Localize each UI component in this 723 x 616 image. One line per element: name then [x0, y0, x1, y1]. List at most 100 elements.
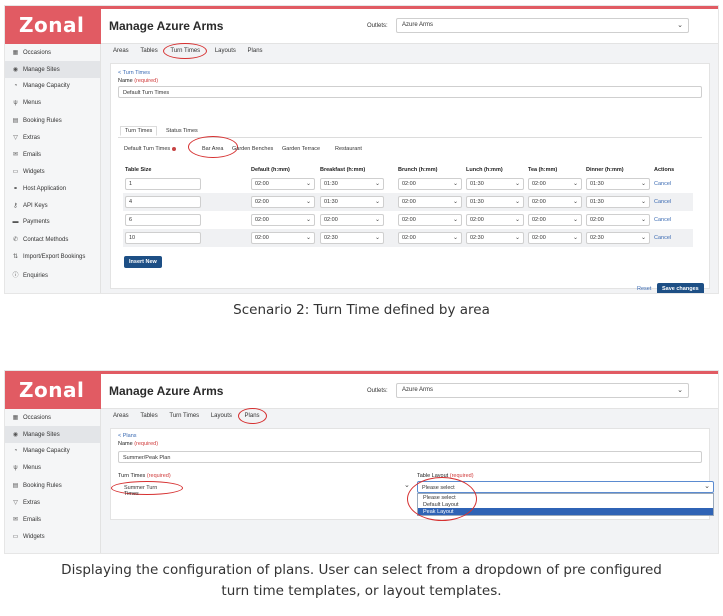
- outlets-select[interactable]: Azure Arms ⌄: [396, 383, 689, 398]
- cancel-link[interactable]: Cancel: [654, 217, 671, 223]
- tab-layouts[interactable]: Layouts: [215, 48, 236, 54]
- section-tabs: Areas Tables Turn Times Layouts Plans: [113, 43, 273, 59]
- subtab-status-times[interactable]: Status Times: [166, 128, 198, 134]
- chevron-down-icon: ⌄: [374, 199, 380, 205]
- time-select[interactable]: 01:30 ⌄: [586, 196, 650, 208]
- zonal-logo: Zonal: [5, 6, 101, 44]
- annotation-circle: [407, 477, 477, 521]
- time-select[interactable]: 02:00 ⌄: [398, 178, 462, 190]
- sidebar-item-emails[interactable]: ✉ Emails: [5, 511, 100, 528]
- cutlery-icon: ψ: [13, 100, 18, 106]
- sidebar-item-widgets[interactable]: ▭ Widgets: [5, 528, 100, 545]
- time-select[interactable]: 02:00 ⌄: [586, 214, 650, 226]
- time-select[interactable]: 02:00 ⌄: [251, 232, 315, 244]
- sidebar-item-menus[interactable]: ψ Menus: [5, 95, 100, 112]
- time-select[interactable]: 01:30 ⌄: [466, 196, 524, 208]
- sidebar-item-menus[interactable]: ψ Menus: [5, 460, 100, 477]
- tab-plans[interactable]: Plans: [248, 48, 263, 54]
- time-select[interactable]: 02:00 ⌄: [251, 214, 315, 226]
- time-select[interactable]: 01:30 ⌄: [320, 178, 384, 190]
- time-select[interactable]: 02:00 ⌄: [398, 214, 462, 226]
- table-size-input[interactable]: 1: [125, 178, 201, 190]
- back-to-turn-times-link[interactable]: < Turn Times: [118, 70, 150, 76]
- sidebar-item-booking-rules[interactable]: ▤ Booking Rules: [5, 477, 100, 494]
- tab-layouts[interactable]: Layouts: [211, 413, 232, 419]
- name-input[interactable]: Summer/Peak Plan: [118, 451, 702, 463]
- time-select[interactable]: 02:00 ⌄: [320, 214, 384, 226]
- tab-tables[interactable]: Tables: [140, 48, 157, 54]
- sidebar-item-occasions[interactable]: ▦ Occasions: [5, 409, 100, 426]
- area-tab-bar-area[interactable]: Bar Area: [202, 146, 223, 152]
- zonal-logo: Zonal: [5, 371, 101, 409]
- sidebar-item-extras[interactable]: ▽ Extras: [5, 129, 100, 146]
- cancel-link[interactable]: Cancel: [654, 199, 671, 205]
- tab-turn-times[interactable]: Turn Times: [163, 43, 208, 59]
- cancel-link[interactable]: Cancel: [654, 181, 671, 187]
- sidebar-item-manage-sites[interactable]: ◉ Manage Sites: [5, 61, 100, 78]
- turn-times-card: < Turn Times Name (required) Default Tur…: [110, 63, 710, 293]
- key-icon: ⚷: [13, 203, 18, 209]
- area-tab-garden-terrace[interactable]: Garden Terrace: [282, 146, 320, 152]
- time-select[interactable]: 02:00 ⌄: [251, 196, 315, 208]
- tab-plans[interactable]: Plans: [237, 408, 267, 424]
- time-select[interactable]: 01:30 ⌄: [466, 178, 524, 190]
- time-select[interactable]: 02:00 ⌄: [398, 232, 462, 244]
- sidebar-item-occasions[interactable]: ▦ Occasions: [5, 44, 100, 61]
- time-select[interactable]: 02:00 ⌄: [528, 178, 582, 190]
- calendar-grid-icon: ▦: [12, 50, 19, 56]
- chevron-down-icon: ⌄: [514, 199, 520, 205]
- time-select[interactable]: 02:30 ⌄: [586, 232, 650, 244]
- time-select[interactable]: 02:30 ⌄: [320, 232, 384, 244]
- location-pin-icon: ◉: [12, 432, 19, 438]
- chevron-down-icon: ⌄: [452, 199, 458, 205]
- insert-new-button[interactable]: Insert New: [124, 256, 162, 268]
- sidebar-item-payments[interactable]: ▬ Payments: [5, 214, 100, 231]
- sidebar-item-widgets[interactable]: ▭ Widgets: [5, 163, 100, 180]
- sidebar-item-extras[interactable]: ▽ Extras: [5, 494, 100, 511]
- tab-areas[interactable]: Areas: [113, 48, 129, 54]
- name-input[interactable]: Default Turn Times: [118, 86, 702, 98]
- subtab-turn-times[interactable]: Turn Times: [120, 126, 158, 136]
- sidebar-item-manage-capacity[interactable]: ◔ Manage Capacity: [5, 443, 100, 460]
- time-select[interactable]: 01:30 ⌄: [320, 196, 384, 208]
- area-tab-restaurant[interactable]: Restaurant: [335, 146, 362, 152]
- sidebar-item-manage-capacity[interactable]: ◔ Manage Capacity: [5, 78, 100, 95]
- table-size-input[interactable]: 10: [125, 232, 201, 244]
- table-size-input[interactable]: 6: [125, 214, 201, 226]
- sidebar-item-booking-rules[interactable]: ▤ Booking Rules: [5, 112, 100, 129]
- chevron-down-icon: ⌄: [514, 181, 520, 187]
- back-to-plans-link[interactable]: < Plans: [118, 433, 137, 439]
- save-changes-button[interactable]: Save changes: [657, 283, 704, 293]
- name-label: Name (required): [118, 441, 159, 447]
- reset-link[interactable]: Reset: [637, 286, 651, 292]
- cancel-link[interactable]: Cancel: [654, 235, 671, 241]
- table-size-input[interactable]: 4: [125, 196, 201, 208]
- sidebar-item-enquiries[interactable]: ⓘ Enquiries: [5, 265, 100, 282]
- time-select[interactable]: 02:00 ⌄: [528, 214, 582, 226]
- time-select[interactable]: 02:00 ⌄: [528, 196, 582, 208]
- outlets-select[interactable]: Azure Arms ⌄: [396, 18, 689, 33]
- time-select[interactable]: 02:00 ⌄: [528, 232, 582, 244]
- time-select[interactable]: 02:00 ⌄: [251, 178, 315, 190]
- sidebar-item-contact-methods[interactable]: ✆ Contact Methods: [5, 231, 100, 248]
- chevron-down-icon: ⌄: [572, 235, 578, 241]
- sidebar-item-import-export[interactable]: ⇅ Import/Export Bookings: [5, 248, 100, 265]
- sidebar-item-api-keys[interactable]: ⚷ API Keys: [5, 197, 100, 214]
- area-tab-default-turn-times[interactable]: Default Turn Times: [124, 146, 177, 152]
- area-tab-garden-benches[interactable]: Garden Benches: [232, 146, 273, 152]
- time-select[interactable]: 02:00 ⌄: [398, 196, 462, 208]
- tab-areas[interactable]: Areas: [113, 413, 129, 419]
- time-select[interactable]: 02:30 ⌄: [466, 232, 524, 244]
- sidebar-item-manage-sites[interactable]: ◉ Manage Sites: [5, 426, 100, 443]
- time-select[interactable]: 01:30 ⌄: [586, 178, 650, 190]
- chevron-down-icon: ⌄: [514, 235, 520, 241]
- time-select[interactable]: 02:00 ⌄: [466, 214, 524, 226]
- sidebar-item-host-application[interactable]: ⚭ Host Application: [5, 180, 100, 197]
- turn-times-select[interactable]: Summer Turn Times: [111, 481, 183, 497]
- tab-turn-times[interactable]: Turn Times: [169, 413, 199, 419]
- chevron-down-icon: ⌄: [374, 217, 380, 223]
- sidebar-item-emails[interactable]: ✉ Emails: [5, 146, 100, 163]
- tab-tables[interactable]: Tables: [140, 413, 157, 419]
- outlets-value: Azure Arms: [402, 22, 434, 28]
- chevron-down-icon: ⌄: [677, 387, 683, 394]
